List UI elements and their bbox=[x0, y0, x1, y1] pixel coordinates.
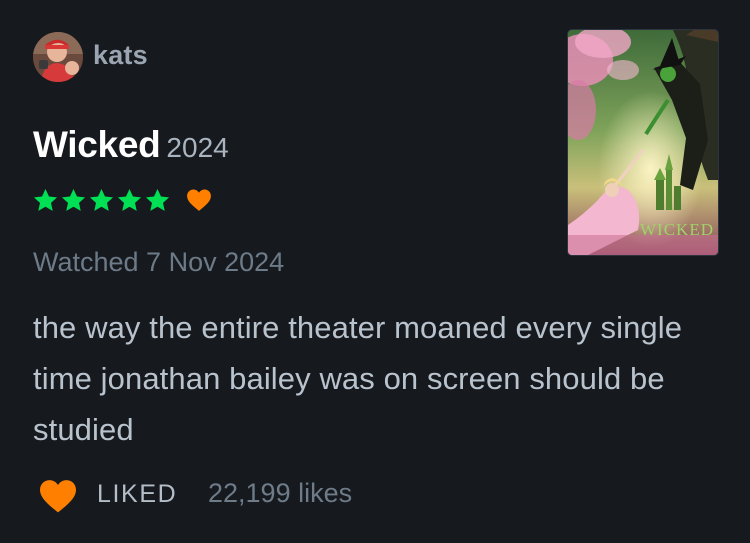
heart-icon[interactable] bbox=[38, 478, 78, 514]
star-icon bbox=[117, 188, 142, 211]
poster-wordmark: WICKED bbox=[640, 220, 714, 239]
review-text: the way the entire theater moaned every … bbox=[33, 310, 683, 447]
film-title[interactable]: Wicked bbox=[33, 124, 161, 165]
star-icon bbox=[33, 188, 58, 211]
film-year[interactable]: 2024 bbox=[166, 132, 228, 163]
user-avatar[interactable] bbox=[33, 32, 83, 82]
liked-button[interactable]: LIKED bbox=[97, 480, 177, 509]
film-title-line: Wicked 2024 bbox=[33, 124, 229, 166]
likes-count[interactable]: 22,199 likes bbox=[208, 478, 352, 509]
star-rating bbox=[32, 184, 212, 216]
film-poster[interactable]: WICKED bbox=[568, 30, 718, 255]
poster-image: WICKED bbox=[568, 30, 718, 255]
avatar-image bbox=[33, 32, 83, 82]
review-card: kats Wicked 2024 Watched 7 Nov 2024 the w… bbox=[0, 0, 750, 543]
star-icon bbox=[61, 188, 86, 211]
heart-small-icon bbox=[187, 189, 211, 211]
star-icon bbox=[89, 188, 114, 211]
star-icon bbox=[145, 188, 170, 211]
username[interactable]: kats bbox=[93, 40, 148, 71]
watched-date[interactable]: Watched 7 Nov 2024 bbox=[33, 247, 284, 278]
